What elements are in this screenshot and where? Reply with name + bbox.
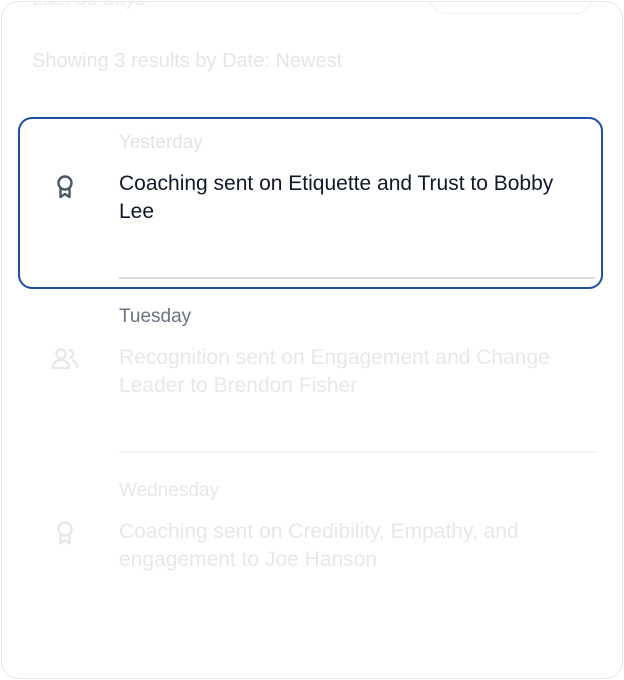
results-summary: Showing 3 results by Date: Newest bbox=[32, 50, 343, 72]
users-icon bbox=[50, 344, 80, 374]
activity-panel: Last 30 days Showing 3 results by Date: … bbox=[1, 1, 623, 679]
activity-text: Coaching sent on Credibility, Empathy, a… bbox=[119, 520, 519, 571]
activity-item[interactable]: Wednesday Coaching sent on Credibility, … bbox=[2, 468, 622, 638]
award-ribbon-icon bbox=[50, 518, 80, 548]
divider bbox=[119, 451, 595, 453]
activity-text: Recognition sent on Engagement and Chang… bbox=[119, 346, 550, 397]
activity-date: Wednesday bbox=[119, 480, 219, 501]
focus-highlight bbox=[18, 117, 603, 289]
panel-title: Last 30 days bbox=[32, 2, 145, 11]
activity-item[interactable]: Tuesday Recognition sent on Engagement a… bbox=[2, 294, 622, 464]
sort-dropdown[interactable] bbox=[430, 2, 592, 14]
activity-date: Tuesday bbox=[119, 306, 192, 327]
